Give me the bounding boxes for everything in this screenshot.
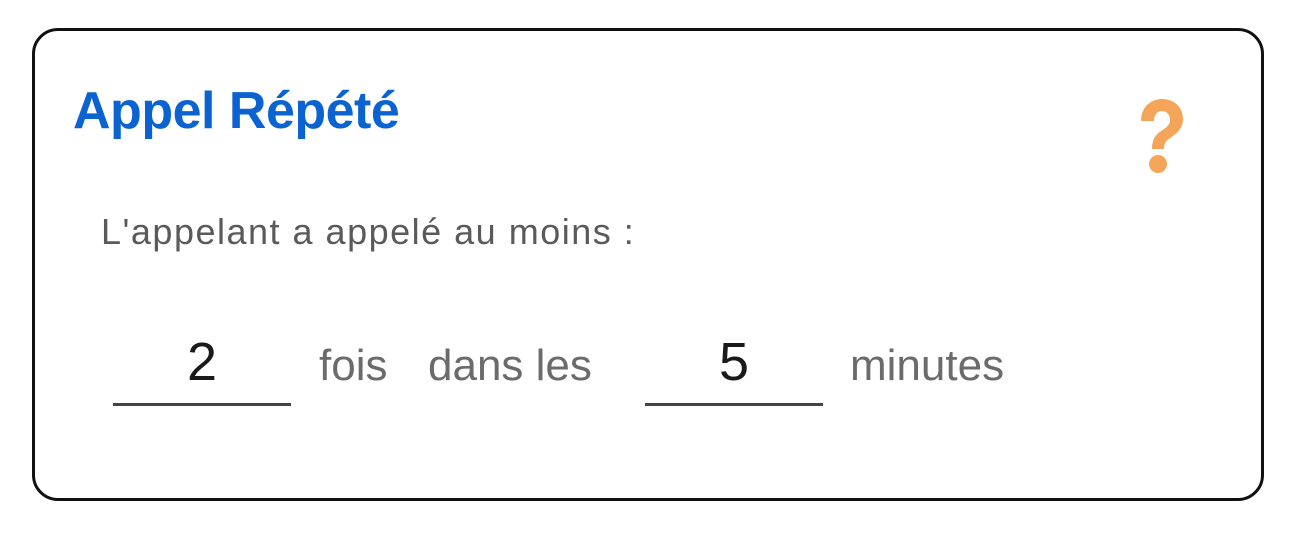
within-label: dans les <box>428 341 592 390</box>
minutes-input[interactable] <box>645 326 823 398</box>
times-field[interactable] <box>113 326 291 406</box>
repeated-call-card: Appel Répété L'appelant a appelé au moin… <box>32 28 1264 501</box>
times-label: fois <box>319 341 388 390</box>
help-icon[interactable] <box>1133 95 1189 179</box>
minutes-field[interactable] <box>645 326 823 406</box>
minutes-label: minutes <box>850 341 1005 390</box>
condition-description: L'appelant a appelé au moins : <box>101 211 636 252</box>
card-title: Appel Répété <box>73 82 400 140</box>
times-input[interactable] <box>113 326 291 398</box>
